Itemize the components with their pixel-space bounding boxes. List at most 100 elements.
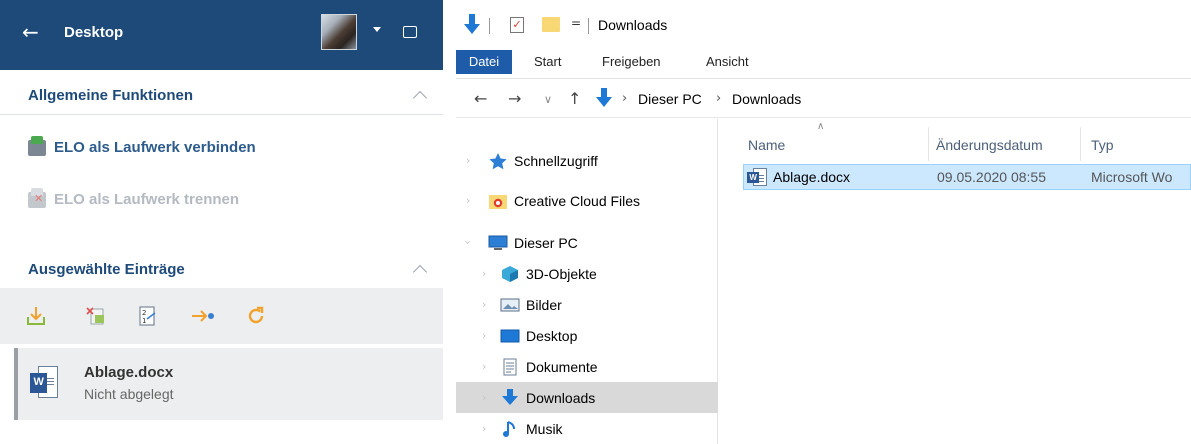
nav-label: Schnellzugriff — [514, 152, 598, 169]
network-drive-connect-icon — [28, 135, 46, 156]
back-arrow-icon[interactable]: ← — [474, 89, 487, 108]
column-divider[interactable] — [1080, 127, 1081, 161]
connect-drive-button[interactable]: ELO als Laufwerk verbinden — [28, 135, 256, 156]
svg-text:1: 1 — [142, 317, 146, 325]
column-header-date[interactable]: Änderungsdatum — [936, 137, 1043, 153]
elo-panel: ← Desktop Allgemeine Funktionen ELO als … — [0, 0, 443, 444]
disconnect-drive-label: ELO als Laufwerk trennen — [54, 191, 240, 208]
documents-icon — [503, 358, 517, 375]
word-doc-icon: W — [30, 366, 58, 398]
nav-item-downloads[interactable]: › Downloads — [456, 382, 718, 413]
disconnect-drive-button[interactable]: ELO als Laufwerk trennen — [28, 187, 240, 208]
column-divider[interactable] — [928, 127, 929, 161]
chevron-up-icon[interactable] — [412, 90, 428, 106]
nav-item-dokumente[interactable]: › Dokumente — [456, 351, 718, 382]
panel-title: Desktop — [64, 24, 124, 41]
nav-item-3d-objekte[interactable]: › 3D-Objekte — [456, 258, 718, 289]
breadcrumb-chevron-icon: › — [716, 91, 722, 106]
address-bar: ← → ∨ ↑ › Dieser PC › Downloads — [456, 78, 1191, 118]
chevron-right-icon[interactable]: › — [482, 329, 486, 342]
star-icon — [489, 152, 507, 169]
connect-drive-label: ELO als Laufwerk verbinden — [54, 139, 256, 156]
caret-down-icon[interactable] — [373, 27, 381, 32]
music-icon — [503, 420, 515, 437]
breadcrumb-dieser-pc[interactable]: Dieser PC — [638, 91, 702, 107]
3d-objects-icon — [502, 265, 518, 282]
sort-caret-icon: ∧ — [817, 121, 825, 132]
nav-label: Creative Cloud Files — [514, 192, 641, 209]
divider — [0, 114, 443, 115]
window-title: Downloads — [598, 17, 668, 33]
forward-arrow-icon[interactable]: → — [508, 89, 521, 108]
file-explorer-window: ✓ = Downloads Datei Start Freigeben Ansi… — [456, 0, 1191, 444]
window-toggle-icon[interactable] — [403, 26, 417, 38]
computer-icon — [488, 235, 508, 250]
new-folder-icon[interactable] — [542, 17, 560, 32]
chevron-right-icon[interactable]: › — [466, 194, 470, 207]
pictures-icon — [500, 298, 520, 311]
word-doc-icon: W — [747, 168, 767, 186]
nav-item-creative-cloud[interactable]: › Creative Cloud Files — [456, 185, 718, 216]
chevron-right-icon[interactable]: › — [482, 267, 486, 280]
selected-entry-card[interactable]: W Ablage.docx Nicht abgelegt — [14, 348, 443, 420]
tab-start[interactable]: Start — [534, 50, 561, 74]
nav-label: Dieser PC — [514, 234, 578, 251]
entry-toolbar: 21 — [0, 288, 443, 344]
downloads-arrow-icon — [596, 88, 612, 107]
column-header-name[interactable]: Name — [748, 137, 785, 153]
chevron-right-icon[interactable]: › — [482, 360, 486, 373]
nav-item-bilder[interactable]: › Bilder — [456, 289, 718, 320]
move-arrow-icon[interactable] — [190, 305, 214, 329]
column-header-type[interactable]: Typ — [1091, 137, 1114, 153]
nav-label: Desktop — [526, 327, 578, 344]
back-arrow-icon[interactable]: ← — [22, 20, 39, 44]
panel-header: ← Desktop — [0, 0, 443, 70]
tab-freigeben[interactable]: Freigeben — [602, 50, 661, 74]
chevron-right-icon[interactable]: › — [466, 154, 470, 167]
ribbon-tabs: Datei Start Freigeben Ansicht — [456, 50, 1191, 74]
nav-item-dieser-pc[interactable]: › Dieser PC — [456, 227, 718, 258]
nav-label: Bilder — [526, 296, 562, 313]
creative-cloud-folder-icon — [489, 194, 507, 209]
section-title-general[interactable]: Allgemeine Funktionen — [28, 87, 193, 104]
chevron-right-icon[interactable]: › — [482, 422, 486, 435]
separator — [489, 18, 490, 34]
tab-datei[interactable]: Datei — [456, 50, 512, 74]
navigation-pane: › Schnellzugriff › Creative Cloud Files … — [456, 119, 718, 444]
file-row[interactable]: W Ablage.docx 09.05.2020 08:55 Microsoft… — [743, 164, 1191, 190]
nav-item-desktop[interactable]: › Desktop — [456, 320, 718, 351]
chevron-right-icon[interactable]: › — [482, 298, 486, 311]
entry-status: Nicht abgelegt — [84, 386, 174, 402]
file-type: Microsoft Wo — [1091, 169, 1173, 185]
downloads-icon — [502, 388, 518, 405]
nav-label: Downloads — [526, 389, 596, 406]
chevron-down-icon[interactable]: › — [462, 240, 475, 244]
version-compare-icon[interactable]: 21 — [136, 305, 160, 329]
recent-dropdown-icon[interactable]: ∨ — [544, 93, 552, 106]
store-download-icon[interactable] — [24, 305, 48, 329]
breadcrumb-downloads[interactable]: Downloads — [732, 91, 801, 107]
chevron-up-icon[interactable] — [412, 264, 428, 280]
desktop-folder-icon — [500, 329, 520, 342]
tab-ansicht[interactable]: Ansicht — [706, 50, 749, 74]
quick-access-dropdown-icon[interactable]: = — [571, 16, 581, 30]
nav-item-musik[interactable]: › Musik — [456, 413, 718, 444]
network-drive-disconnect-icon — [28, 187, 46, 208]
refresh-icon[interactable] — [244, 305, 268, 329]
entry-name: Ablage.docx — [84, 364, 174, 381]
user-avatar[interactable] — [321, 14, 357, 50]
breadcrumb-chevron-icon: › — [622, 91, 628, 106]
nav-label: 3D-Objekte — [526, 265, 597, 282]
properties-check-icon[interactable]: ✓ — [510, 17, 524, 33]
file-list-pane: ∧ Name Änderungsdatum Typ W Ablage.docx … — [718, 119, 1191, 444]
delete-entry-icon[interactable] — [84, 305, 108, 329]
downloads-arrow-icon[interactable] — [464, 14, 480, 36]
up-arrow-icon[interactable]: ↑ — [568, 89, 581, 108]
separator — [588, 18, 589, 34]
nav-label: Musik — [526, 420, 563, 437]
chevron-right-icon[interactable]: › — [482, 391, 486, 404]
file-date: 09.05.2020 08:55 — [937, 169, 1046, 185]
nav-item-schnellzugriff[interactable]: › Schnellzugriff — [456, 145, 718, 176]
section-title-selected[interactable]: Ausgewählte Einträge — [28, 261, 185, 278]
nav-label: Dokumente — [526, 358, 598, 375]
